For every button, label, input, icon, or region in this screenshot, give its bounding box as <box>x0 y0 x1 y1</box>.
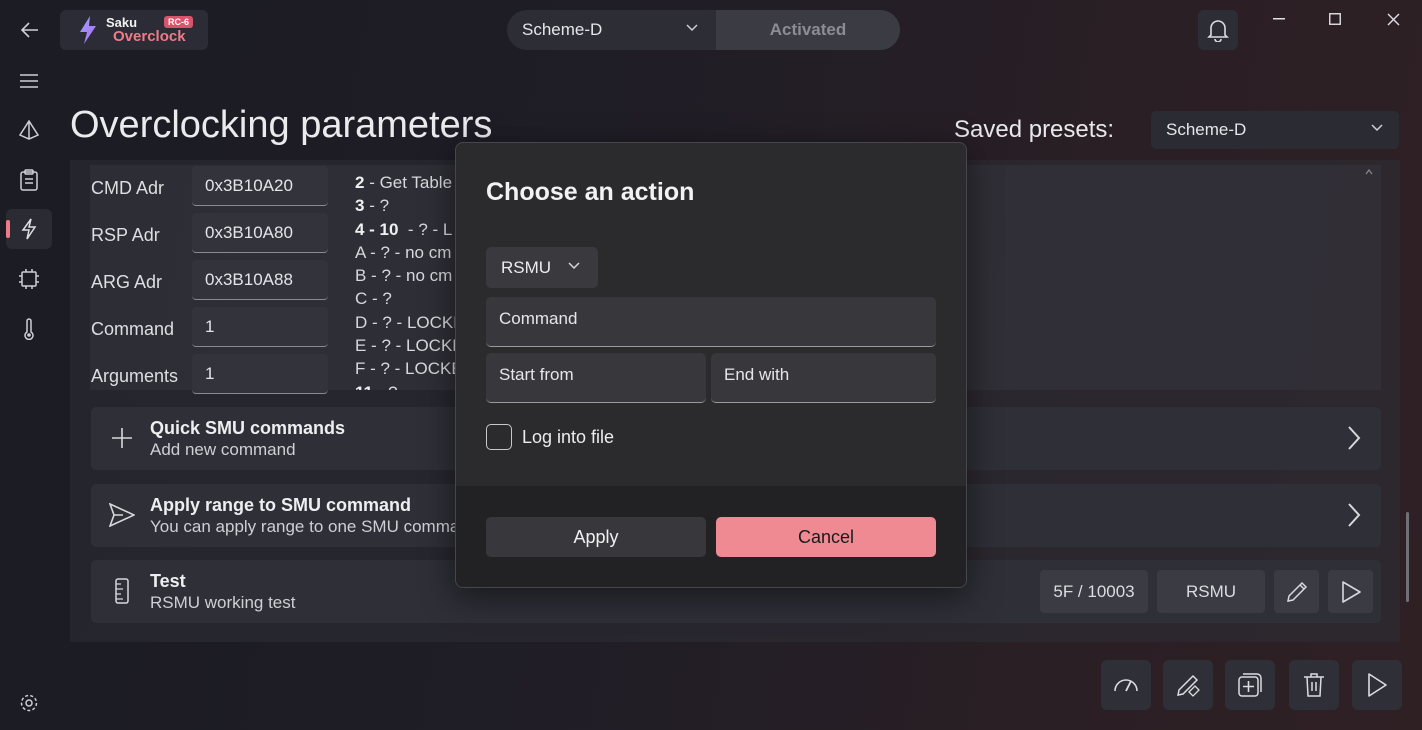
add-preset-button[interactable] <box>1225 660 1275 710</box>
gauge-button[interactable] <box>1101 660 1151 710</box>
chevron-down-icon <box>686 24 698 32</box>
checkbox-label: Log into file <box>522 426 615 447</box>
settings-button[interactable] <box>6 683 52 723</box>
log-into-file-checkbox[interactable]: Log into file <box>486 424 614 450</box>
mailbox-dropdown-value: RSMU <box>501 257 552 277</box>
version-badge: RC-6 <box>164 16 194 28</box>
command-input[interactable]: 1 <box>192 307 328 347</box>
logo-bottom-text: Overclock <box>113 28 186 45</box>
card-subtitle: RSMU working test <box>150 593 296 612</box>
choose-action-dialog: Choose an action RSMU Command Start from… <box>455 142 967 588</box>
minimize-button[interactable] <box>1264 8 1294 30</box>
menu-button[interactable] <box>6 61 52 101</box>
chevron-right-icon <box>1348 426 1361 450</box>
rsp-adr-input[interactable]: 0x3B10A80 <box>192 213 328 253</box>
page-title: Overclocking parameters <box>70 104 493 146</box>
add-copy-icon <box>1238 673 1262 697</box>
plus-icon <box>105 421 139 455</box>
active-indicator <box>6 220 10 238</box>
sidebar-item-presets[interactable] <box>6 110 52 150</box>
scroll-up-icon[interactable] <box>1365 169 1373 175</box>
close-icon <box>1387 13 1399 25</box>
dialog-title: Choose an action <box>486 178 695 206</box>
send-icon <box>105 498 139 532</box>
run-command-button[interactable] <box>1328 570 1373 613</box>
maximize-button[interactable] <box>1320 8 1350 30</box>
arguments-label: Arguments <box>91 366 179 386</box>
back-arrow-icon <box>21 22 38 38</box>
mailbox-dropdown[interactable]: RSMU <box>486 247 598 288</box>
scheme-dropdown[interactable]: Scheme-D <box>507 10 716 50</box>
cmd-adr-input[interactable]: 0x3B10A20 <box>192 166 328 206</box>
ruler-icon <box>105 574 139 608</box>
cmd-adr-label: CMD Adr <box>91 178 165 198</box>
pyramid-icon <box>19 120 39 140</box>
command-label: Command <box>91 319 175 339</box>
edit-command-button[interactable] <box>1274 570 1319 613</box>
clipboard-icon <box>20 169 38 191</box>
card-subtitle: Add new command <box>150 440 296 459</box>
sidebar-item-cpu[interactable] <box>6 259 52 299</box>
end-with-field[interactable]: End with <box>711 353 936 403</box>
saved-presets-dropdown[interactable]: Scheme-D <box>1151 111 1399 149</box>
scrollbar[interactable] <box>1406 512 1409 602</box>
start-from-field[interactable]: Start from <box>486 353 706 403</box>
mailbox-pill[interactable]: RSMU <box>1157 570 1265 613</box>
bolt-logo-icon <box>80 16 96 44</box>
pencil-icon <box>1286 581 1307 602</box>
card-title: Quick SMU commands <box>150 418 346 438</box>
thermometer-icon <box>24 318 34 340</box>
chevron-down-icon <box>1371 124 1383 132</box>
edit-preset-button[interactable] <box>1163 660 1213 710</box>
sidebar-item-overclocking[interactable] <box>6 209 52 249</box>
command-field[interactable]: Command <box>486 297 936 347</box>
rsp-adr-label: RSP Adr <box>91 225 160 245</box>
saved-presets-label: Saved presets: <box>954 116 1115 143</box>
app-logo: Saku RC-6 Overclock <box>60 10 208 50</box>
sidebar-item-temperature[interactable] <box>6 309 52 349</box>
minimize-icon <box>1273 18 1285 20</box>
gauge-icon <box>1114 679 1138 692</box>
saved-presets-value: Scheme-D <box>1166 120 1247 139</box>
scheme-dropdown-value: Scheme-D <box>522 20 603 39</box>
notifications-button[interactable] <box>1198 10 1238 50</box>
activated-button[interactable]: Activated <box>716 10 900 50</box>
bell-icon <box>1207 20 1229 42</box>
command-value-pill[interactable]: 5F / 10003 <box>1040 570 1148 613</box>
maximize-icon <box>1329 13 1341 25</box>
play-icon <box>1368 673 1387 697</box>
card-title: Test <box>150 571 186 591</box>
close-window-button[interactable] <box>1378 8 1408 30</box>
apply-button[interactable]: Apply <box>486 517 706 557</box>
bolt-icon <box>21 218 37 240</box>
cancel-button[interactable]: Cancel <box>716 517 936 557</box>
scheme-switcher: Scheme-D Activated <box>507 10 900 50</box>
back-button[interactable] <box>14 14 46 46</box>
gear-icon <box>20 694 38 712</box>
apply-preset-button[interactable] <box>1352 660 1402 710</box>
checkbox-box[interactable] <box>486 424 512 450</box>
arguments-input[interactable]: 1 <box>192 354 328 394</box>
play-icon <box>1341 580 1361 603</box>
pencil-ruler-icon <box>1177 674 1200 697</box>
delete-preset-button[interactable] <box>1289 660 1339 710</box>
chevron-right-icon <box>1348 503 1361 527</box>
card-title: Apply range to SMU command <box>150 495 412 515</box>
trash-icon <box>1304 673 1324 697</box>
chip-icon <box>19 269 39 289</box>
card-subtitle: You can apply range to one SMU comman <box>150 517 469 536</box>
chevron-down-icon <box>568 262 580 270</box>
arg-adr-input[interactable]: 0x3B10A88 <box>192 260 328 300</box>
arg-adr-label: ARG Adr <box>91 272 163 292</box>
sidebar-item-info[interactable] <box>6 160 52 200</box>
hamburger-icon <box>20 74 38 88</box>
